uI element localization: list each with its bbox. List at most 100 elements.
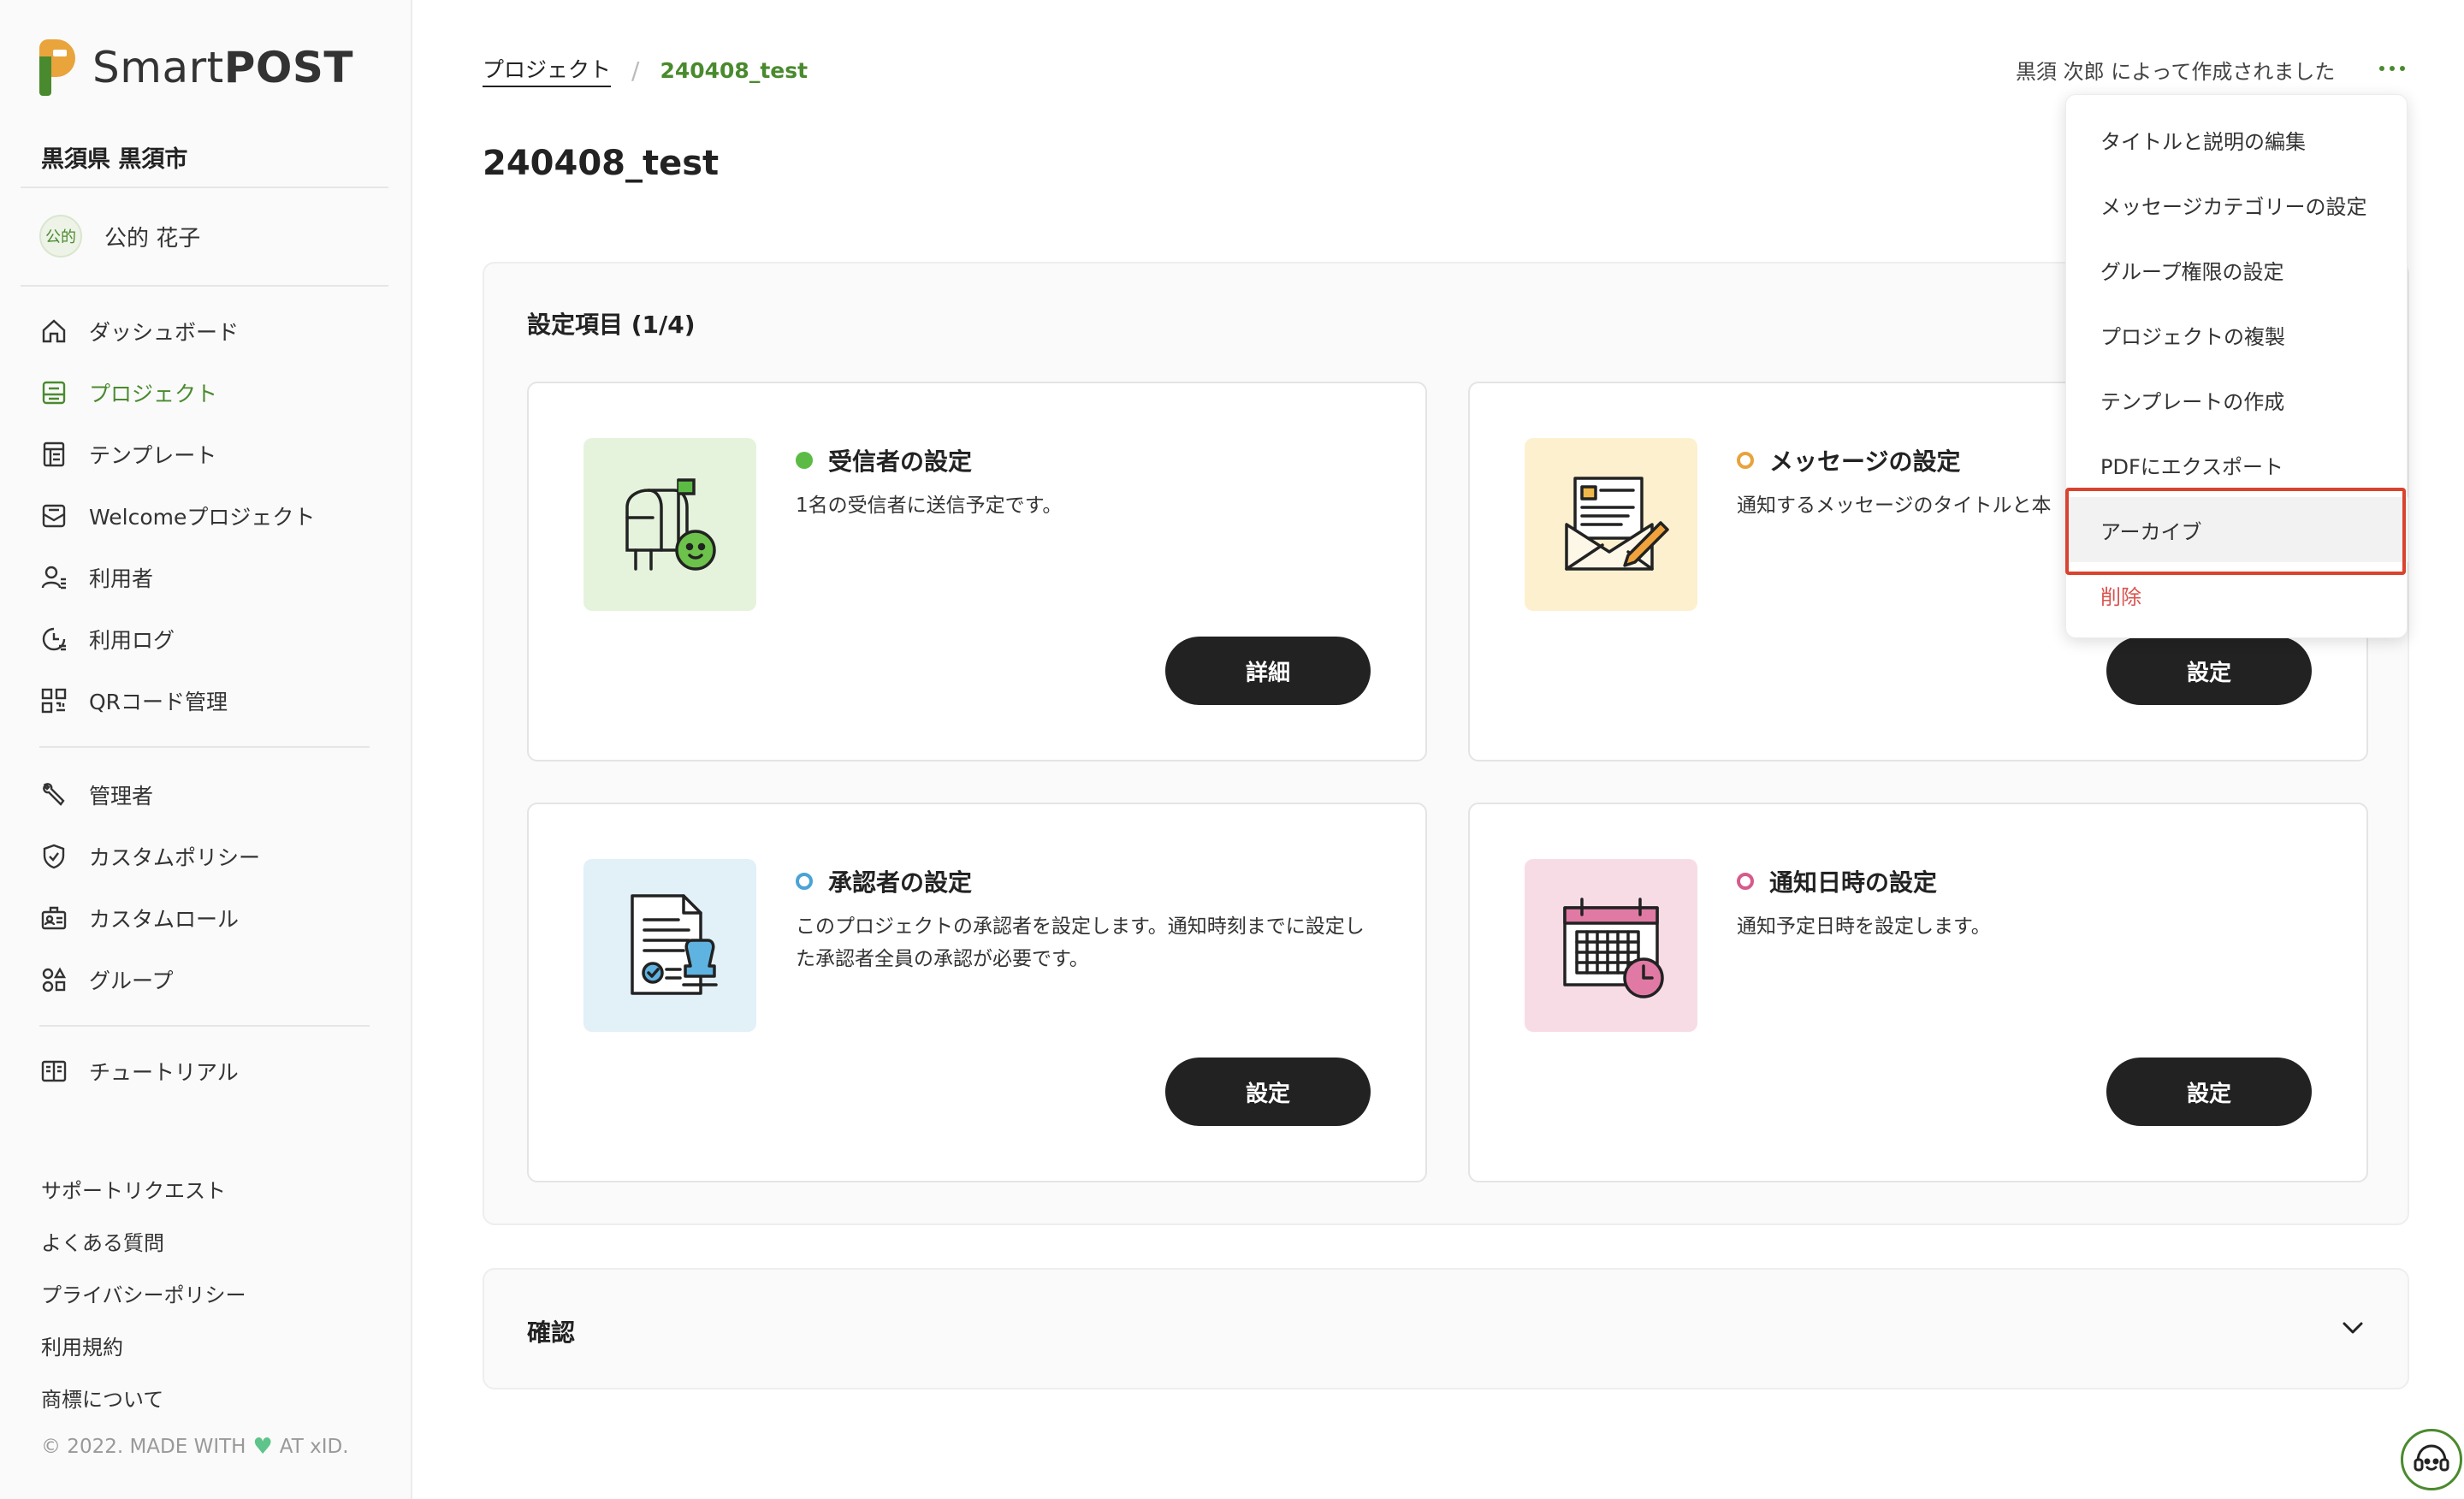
footer-link-faq[interactable]: よくある質問: [41, 1218, 246, 1270]
wrench-icon: [39, 780, 68, 809]
logo[interactable]: SmartPOST: [39, 39, 353, 96]
footer-links: サポートリクエスト よくある質問 プライバシーポリシー 利用規約 商標について: [41, 1165, 246, 1426]
recipient-settings-card: 受信者の設定 1名の受信者に送信予定です。 詳細: [527, 382, 1427, 761]
menu-item-create-template[interactable]: テンプレートの作成: [2066, 367, 2408, 432]
status-pending-icon: [1737, 873, 1754, 890]
footer-link-support[interactable]: サポートリクエスト: [41, 1165, 246, 1218]
home-icon: [39, 317, 68, 346]
approver-settings-card: 承認者の設定 このプロジェクトの承認者を設定します。通知時刻までに設定した承認者…: [527, 803, 1427, 1182]
breadcrumb-separator: /: [631, 56, 640, 85]
sidebar-item-admins[interactable]: 管理者: [39, 764, 382, 826]
app-root: SmartPOST 黒須県 黒須市 公的 公的 花子 ダッシュボード プロジェク…: [0, 0, 2464, 1499]
notification-time-settings-button[interactable]: 設定: [2106, 1058, 2312, 1126]
breadcrumb: プロジェクト / 240408_test: [483, 53, 808, 87]
card-description: 通知予定日時を設定します。: [1737, 915, 1991, 938]
sidebar-item-usage-log[interactable]: 利用ログ: [39, 608, 382, 670]
heart-icon: ♥: [252, 1434, 273, 1460]
copyright-pre: © 2022. MADE WITH: [41, 1436, 246, 1458]
sidebar-item-tutorial[interactable]: チュートリアル: [39, 1040, 382, 1102]
breadcrumb-current: 240408_test: [660, 57, 808, 83]
sidebar-item-label: 利用者: [89, 566, 154, 591]
logo-mark-icon: [39, 39, 75, 96]
nav-help: チュートリアル: [39, 1040, 382, 1102]
calendar-clock-illustration-icon: [1525, 859, 1697, 1032]
card-description: 1名の受信者に送信予定です。: [796, 495, 1063, 517]
copyright: © 2022. MADE WITH ♥ AT xID.: [41, 1434, 349, 1460]
divider: [21, 285, 388, 287]
menu-item-archive[interactable]: アーカイブ: [2066, 497, 2408, 562]
group-icon: [39, 965, 68, 994]
nav-primary: ダッシュボード プロジェクト テンプレート Welcomeプロジェクト 利用者 …: [39, 300, 382, 732]
sidebar-item-custom-role[interactable]: カスタムロール: [39, 887, 382, 949]
sidebar-item-dashboard[interactable]: ダッシュボード: [39, 300, 382, 362]
page-title: 240408_test: [483, 144, 720, 183]
sidebar-item-label: カスタムポリシー: [89, 845, 261, 870]
card-title: メッセージの設定: [1769, 447, 1961, 476]
sidebar-item-templates[interactable]: テンプレート: [39, 424, 382, 485]
sidebar-item-groups[interactable]: グループ: [39, 949, 382, 1010]
menu-item-group-permissions[interactable]: グループ権限の設定: [2066, 237, 2408, 302]
logo-text-part1: Smart: [92, 43, 224, 92]
footer-link-trademark[interactable]: 商標について: [41, 1374, 246, 1426]
current-user[interactable]: 公的 公的 花子: [39, 214, 200, 258]
sidebar-item-projects[interactable]: プロジェクト: [39, 362, 382, 424]
welcome-mail-icon: [39, 501, 68, 530]
user-icon: [39, 563, 68, 592]
role-icon: [39, 904, 68, 933]
message-settings-button[interactable]: 設定: [2106, 637, 2312, 705]
chevron-down-icon: [2343, 1322, 2363, 1334]
footer-link-privacy[interactable]: プライバシーポリシー: [41, 1270, 246, 1322]
more-dots-icon: [2379, 66, 2384, 71]
logo-text: SmartPOST: [92, 43, 353, 92]
card-header: 承認者の設定: [796, 864, 972, 898]
org-name: 黒須県 黒須市: [41, 146, 188, 173]
more-options-button[interactable]: [2373, 53, 2411, 84]
card-header: 通知日時の設定: [1737, 864, 1937, 898]
headset-icon: [2414, 1444, 2449, 1472]
template-icon: [39, 440, 68, 469]
sidebar-item-custom-policy[interactable]: カスタムポリシー: [39, 826, 382, 887]
qr-icon: [39, 686, 68, 715]
book-icon: [39, 1057, 68, 1086]
recipient-detail-button[interactable]: 詳細: [1165, 637, 1371, 705]
sidebar-item-label: カスタムロール: [89, 907, 240, 932]
sidebar-item-label: 管理者: [89, 784, 154, 809]
sidebar-item-label: QRコード管理: [89, 690, 228, 714]
card-header: メッセージの設定: [1737, 443, 1960, 477]
sidebar-item-qr-codes[interactable]: QRコード管理: [39, 670, 382, 732]
sidebar-item-label: ダッシュボード: [89, 320, 240, 345]
menu-item-export-pdf[interactable]: PDFにエクスポート: [2066, 432, 2408, 497]
footer-link-terms[interactable]: 利用規約: [41, 1322, 246, 1374]
card-title: 通知日時の設定: [1769, 868, 1938, 897]
menu-item-edit-title[interactable]: タイトルと説明の編集: [2066, 107, 2408, 172]
mailbox-illustration-icon: [583, 438, 756, 611]
settings-title: 設定項目 (1/4): [527, 311, 696, 339]
sidebar-item-label: Welcomeプロジェクト: [89, 505, 316, 530]
confirm-accordion[interactable]: 確認: [483, 1268, 2409, 1389]
menu-item-delete[interactable]: 削除: [2066, 562, 2408, 627]
menu-item-message-category[interactable]: メッセージカテゴリーの設定: [2066, 172, 2408, 237]
breadcrumb-projects-link[interactable]: プロジェクト: [483, 53, 612, 87]
sidebar: SmartPOST 黒須県 黒須市 公的 公的 花子 ダッシュボード プロジェク…: [0, 0, 412, 1499]
created-by-text: 黒須 次郎 によって作成されました: [2016, 60, 2336, 84]
logo-text-part2: POST: [223, 43, 354, 92]
notification-time-settings-card: 通知日時の設定 通知予定日時を設定します。 設定: [1468, 803, 2368, 1182]
status-pending-icon: [796, 873, 813, 890]
card-header: 受信者の設定: [796, 443, 972, 477]
sidebar-item-welcome-project[interactable]: Welcomeプロジェクト: [39, 485, 382, 547]
sidebar-item-label: テンプレート: [89, 443, 217, 468]
project-icon: [39, 378, 68, 407]
approver-settings-button[interactable]: 設定: [1165, 1058, 1371, 1126]
confirm-title: 確認: [527, 1318, 576, 1347]
card-description: このプロジェクトの承認者を設定します。通知時刻までに設定した承認者全員の承認が必…: [796, 915, 1365, 970]
sidebar-item-label: 利用ログ: [89, 628, 175, 653]
letter-illustration-icon: [1525, 438, 1697, 611]
sidebar-item-users[interactable]: 利用者: [39, 547, 382, 608]
sidebar-item-label: プロジェクト: [89, 382, 218, 406]
divider: [39, 746, 370, 748]
support-chat-button[interactable]: [2401, 1429, 2462, 1490]
shield-icon: [39, 842, 68, 871]
divider: [39, 1025, 370, 1027]
menu-item-duplicate-project[interactable]: プロジェクトの複製: [2066, 302, 2408, 367]
more-options-menu: タイトルと説明の編集 メッセージカテゴリーの設定 グループ権限の設定 プロジェク…: [2065, 94, 2408, 638]
